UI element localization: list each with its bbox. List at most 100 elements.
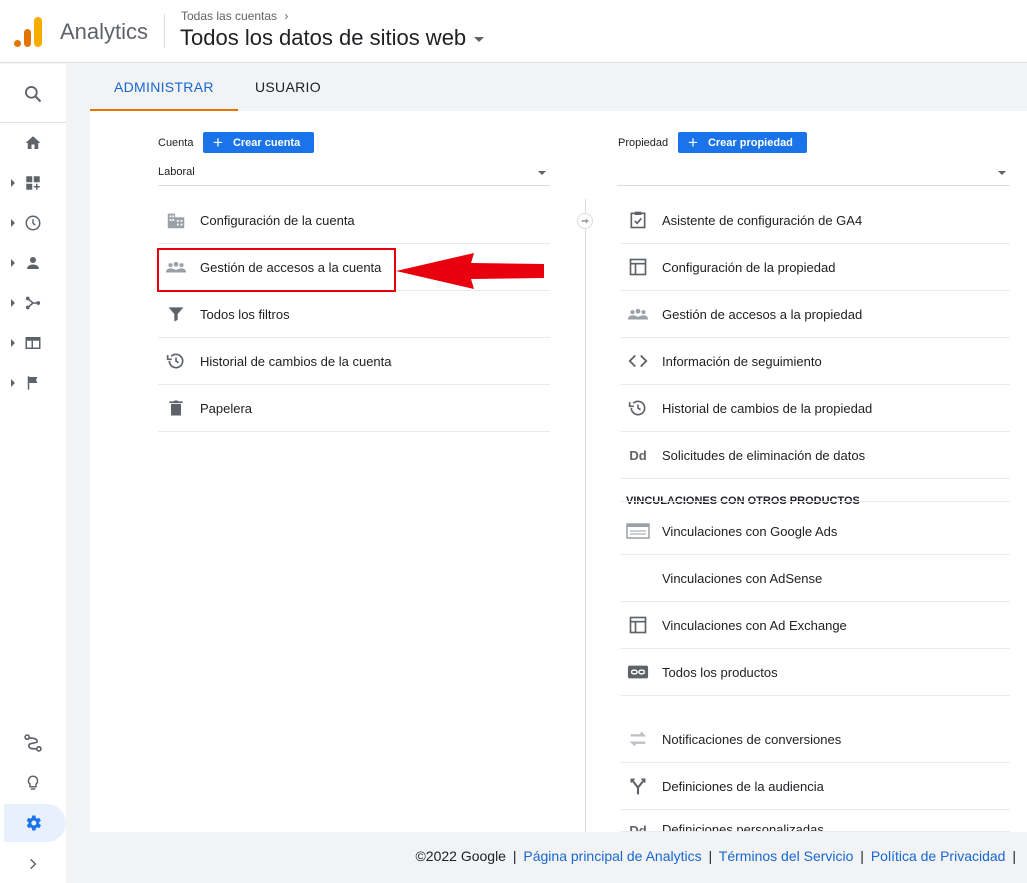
trash-icon	[164, 396, 188, 420]
tracking-info-item[interactable]: Información de seguimiento	[620, 338, 1010, 385]
footer: ©2022 Google | Página principal de Analy…	[0, 848, 1027, 864]
audience-definitions-label: Definiciones de la audiencia	[662, 778, 824, 794]
caret-down-icon	[474, 36, 485, 42]
building-icon	[164, 208, 188, 232]
property-selector[interactable]: Todos los datos de sitios web	[180, 25, 485, 51]
footer-separator: |	[1012, 848, 1016, 864]
red-arrow-icon	[396, 253, 544, 289]
conversion-notifications-item[interactable]: Notificaciones de conversiones	[620, 716, 1010, 763]
property-selector[interactable]	[617, 162, 1010, 186]
breadcrumb[interactable]: Todas las cuentas ›	[181, 9, 288, 23]
tab-administrar[interactable]: ADMINISTRAR	[90, 64, 238, 111]
property-settings-item[interactable]: Configuración de la propiedad	[620, 244, 1010, 291]
ga4-setup-assistant-label: Asistente de configuración de GA4	[662, 212, 863, 228]
ga4-setup-assistant-item[interactable]: Asistente de configuración de GA4	[620, 197, 1010, 244]
create-account-button[interactable]: + Crear cuenta	[203, 132, 315, 153]
data-deletion-item[interactable]: Dd Solicitudes de eliminación de datos	[620, 432, 1010, 479]
expand-icon[interactable]	[11, 339, 15, 347]
dd-icon: Dd	[626, 443, 650, 467]
attribution-icon[interactable]	[22, 732, 44, 754]
section-divider	[620, 501, 1010, 502]
expand-icon[interactable]	[11, 219, 15, 227]
fork-icon	[626, 774, 650, 798]
home-icon[interactable]	[22, 132, 44, 154]
adsense-links-label: Vinculaciones con AdSense	[662, 570, 823, 586]
footer-separator: |	[708, 848, 713, 864]
nav-divider	[0, 122, 66, 123]
trash-label: Papelera	[200, 400, 253, 416]
admin-tabs: ADMINISTRAR USUARIO	[66, 64, 1027, 111]
header-divider	[164, 14, 165, 48]
app-name: Analytics	[60, 19, 149, 44]
admin-panel: Cuenta + Crear cuenta Laboral Configuraci…	[90, 111, 1027, 832]
column-divider	[585, 199, 586, 832]
person-icon[interactable]	[22, 252, 44, 274]
chevron-right-icon: ›	[284, 9, 289, 23]
swap-icon	[626, 727, 650, 751]
google-ads-links-label: Vinculaciones con Google Ads	[662, 523, 838, 539]
account-column-label: Cuenta	[158, 137, 194, 149]
filter-icon	[164, 302, 188, 326]
account-settings-item[interactable]: Configuración de la cuenta	[158, 197, 550, 244]
people-icon	[626, 302, 650, 326]
acquisition-icon[interactable]	[22, 292, 44, 314]
copyright: ©2022 Google	[415, 848, 506, 864]
footer-separator: |	[860, 848, 864, 864]
code-icon	[626, 349, 650, 373]
dd-icon-text: Dd	[629, 447, 647, 463]
all-filters-item[interactable]: Todos los filtros	[158, 291, 550, 338]
breadcrumb-label: Todas las cuentas	[181, 9, 278, 23]
tab-usuario[interactable]: USUARIO	[231, 64, 345, 111]
flag-icon[interactable]	[22, 372, 44, 394]
custom-definitions-item[interactable]: Dd Definiciones personalizadas	[620, 810, 1010, 832]
history-icon	[164, 349, 188, 373]
layout-icon	[626, 255, 650, 279]
analytics-home-link[interactable]: Página principal de Analytics	[523, 848, 701, 864]
ad-exchange-links-item[interactable]: Vinculaciones con Ad Exchange	[620, 602, 1010, 649]
all-filters-label: Todos los filtros	[200, 306, 290, 322]
property-history-label: Historial de cambios de la propiedad	[662, 400, 873, 416]
checklist-icon	[626, 208, 650, 232]
property-column-label: Propiedad	[618, 137, 669, 149]
left-nav	[0, 64, 66, 883]
account-selector[interactable]: Laboral	[158, 162, 550, 186]
all-products-item[interactable]: Todos los productos	[620, 649, 1010, 696]
link-icon	[626, 660, 650, 684]
ad-exchange-links-label: Vinculaciones con Ad Exchange	[662, 617, 847, 633]
account-settings-label: Configuración de la cuenta	[200, 212, 355, 228]
property-settings-label: Configuración de la propiedad	[662, 259, 836, 275]
plus-icon: +	[213, 133, 223, 152]
google-ads-links-item[interactable]: Vinculaciones con Google Ads	[620, 508, 1010, 555]
property-title: Todos los datos de sitios web	[180, 25, 467, 50]
dashboard-add-icon[interactable]	[22, 172, 44, 194]
property-access-item[interactable]: Gestión de accesos a la propiedad	[620, 291, 1010, 338]
footer-separator: |	[512, 848, 517, 864]
search-icon[interactable]	[22, 83, 44, 105]
gear-icon[interactable]	[22, 812, 44, 834]
expand-icon[interactable]	[11, 379, 15, 387]
create-property-label: Crear propiedad	[707, 136, 793, 149]
trash-item[interactable]: Papelera	[158, 385, 550, 432]
adsense-links-item[interactable]: Vinculaciones con AdSense	[620, 555, 1010, 602]
property-history-item[interactable]: Historial de cambios de la propiedad	[620, 385, 1010, 432]
terms-link[interactable]: Términos del Servicio	[719, 848, 854, 864]
caret-down-icon	[998, 171, 1006, 175]
behavior-icon[interactable]	[22, 332, 44, 354]
caret-down-icon	[538, 171, 546, 175]
conversion-notifications-label: Notificaciones de conversiones	[662, 731, 842, 747]
expand-icon[interactable]	[11, 259, 15, 267]
account-selected: Laboral	[158, 166, 195, 178]
lightbulb-icon[interactable]	[22, 772, 44, 794]
account-history-item[interactable]: Historial de cambios de la cuenta	[158, 338, 550, 385]
audience-definitions-item[interactable]: Definiciones de la audiencia	[620, 763, 1010, 810]
expand-icon[interactable]	[11, 179, 15, 187]
privacy-link[interactable]: Política de Privacidad	[871, 848, 1006, 864]
create-account-label: Crear cuenta	[232, 136, 301, 149]
history-icon	[626, 396, 650, 420]
clock-icon[interactable]	[22, 212, 44, 234]
analytics-logo[interactable]	[14, 15, 44, 47]
tracking-info-label: Información de seguimiento	[662, 353, 822, 369]
dd-icon-text: Dd	[629, 822, 647, 832]
expand-icon[interactable]	[11, 299, 15, 307]
create-property-button[interactable]: + Crear propiedad	[678, 132, 807, 153]
